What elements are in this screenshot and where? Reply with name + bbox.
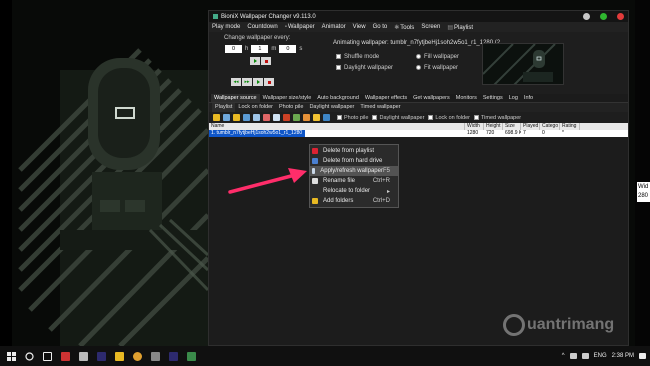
app-red-icon <box>61 351 70 361</box>
app-gray-icon <box>79 351 88 361</box>
tray-expand-icon[interactable]: ^ <box>562 353 565 359</box>
taskbar-app-8[interactable] <box>185 350 198 362</box>
clock[interactable]: 2:38 PM <box>612 353 634 359</box>
annotation-arrow <box>228 168 307 194</box>
language-indicator[interactable]: ENG <box>594 353 607 359</box>
arrow-shaft <box>228 173 297 194</box>
watermark-text: uantrimang <box>527 316 615 333</box>
watermark-logo-icon <box>503 314 525 336</box>
taskbar-app-4[interactable] <box>113 350 126 362</box>
taskbar-app-3[interactable] <box>95 350 108 362</box>
taskbar-app-7[interactable] <box>167 350 180 362</box>
volume-icon[interactable] <box>581 353 589 359</box>
app-misc-icon <box>151 351 160 361</box>
app-ps-icon <box>169 351 178 361</box>
app-bionix-icon <box>187 351 196 361</box>
taskbar-app-6[interactable] <box>149 350 162 362</box>
cortana-icon <box>25 351 34 361</box>
app-premiere-icon <box>97 351 106 361</box>
app-chrome-icon <box>133 351 142 361</box>
app-explorer-icon <box>115 351 124 361</box>
taskbar-app-1[interactable] <box>59 350 72 362</box>
taskbar: ^ ENG 2:38 PM <box>0 346 650 366</box>
start-button[interactable] <box>5 350 18 362</box>
taskbar-app-5[interactable] <box>131 350 144 362</box>
search-button[interactable] <box>23 350 36 362</box>
windows-icon <box>7 351 16 361</box>
system-tray: ^ ENG 2:38 PM <box>557 346 646 366</box>
taskbar-app-2[interactable] <box>77 350 90 362</box>
watermark: uantrimang <box>503 314 614 336</box>
task-view-icon <box>43 351 52 361</box>
notification-icon[interactable] <box>639 353 646 359</box>
task-view-button[interactable] <box>41 350 54 362</box>
network-icon[interactable] <box>569 353 577 359</box>
